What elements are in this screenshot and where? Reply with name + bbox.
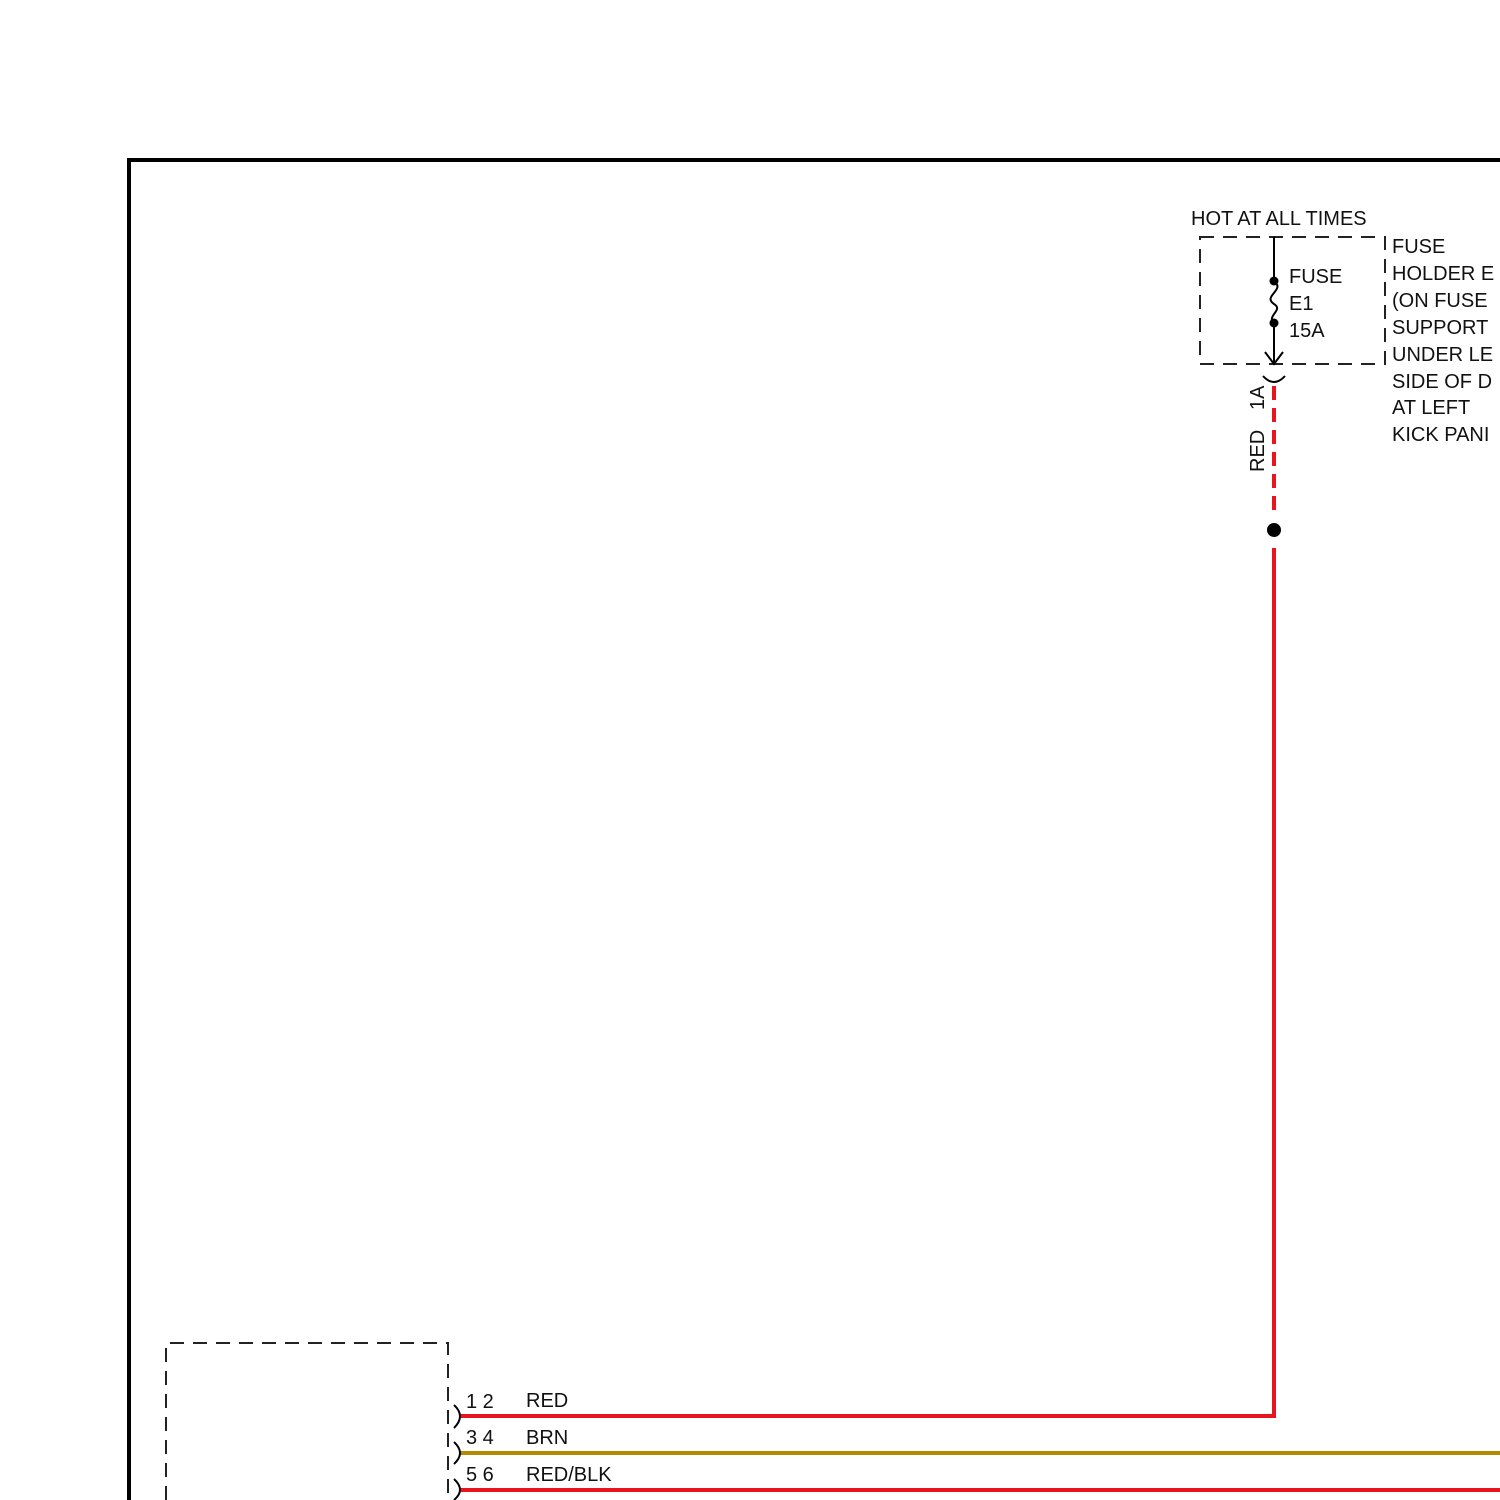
fuse-label: FUSE <box>1289 266 1342 288</box>
location-line: SUPPORT <box>1392 317 1488 339</box>
fuse-output-terminal <box>1262 375 1286 383</box>
component-box <box>165 1342 449 1500</box>
location-line: UNDER LE <box>1392 344 1493 366</box>
location-line: AT LEFT <box>1392 397 1470 419</box>
connector-pin-arc <box>453 1478 461 1500</box>
connector-wire-label: RED <box>526 1390 568 1412</box>
location-line: HOLDER E <box>1392 263 1494 285</box>
location-line: SIDE OF D <box>1392 371 1492 393</box>
red-wire <box>460 548 1276 1418</box>
fuse-symbol <box>1264 237 1284 366</box>
connector-pin-numbers: 5 6 <box>466 1464 494 1486</box>
hot-at-all-times-label: HOT AT ALL TIMES <box>1191 208 1367 230</box>
connector-pin-numbers: 1 2 <box>466 1391 494 1413</box>
location-line: (ON FUSE <box>1392 290 1488 312</box>
diagram-frame <box>127 158 1500 1500</box>
fuse-output-terminal-number: 1A <box>1247 385 1269 410</box>
connector-pin-arc <box>453 1404 461 1429</box>
wiring-diagram: HOT AT ALL TIMES FUSE E1 15A FUSE HOLDER… <box>127 158 1500 1500</box>
connector-wire-label: RED/BLK <box>526 1464 612 1486</box>
fuse-output-wire-color: RED <box>1247 430 1269 472</box>
connector-pin-numbers: 3 4 <box>466 1427 494 1449</box>
fuse-id: E1 <box>1289 293 1313 315</box>
splice-dot <box>1267 523 1281 537</box>
connector-wire-label: BRN <box>526 1427 568 1449</box>
location-line: KICK PANI <box>1392 424 1489 446</box>
fuse-holder-location-note: FUSE HOLDER E (ON FUSE SUPPORT UNDER LE … <box>1392 236 1494 446</box>
connector-pin-arc <box>453 1441 461 1465</box>
location-line: FUSE <box>1392 236 1445 258</box>
fuse-rating: 15A <box>1289 320 1325 342</box>
